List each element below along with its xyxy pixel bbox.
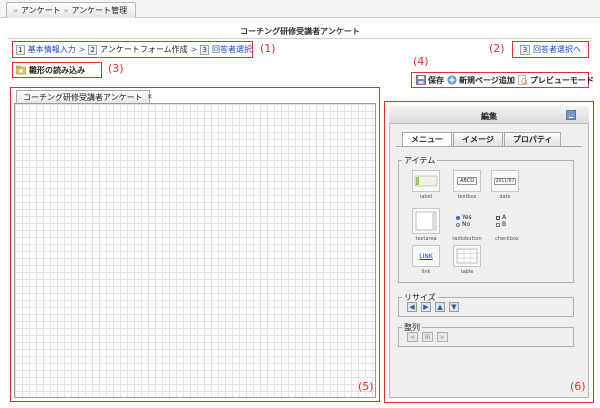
label-icon <box>412 170 440 192</box>
step-navigation: 1 基本情報入力 > 2 アンケートフォーム作成 > 3 回答者選択 <box>12 41 253 58</box>
item-link[interactable]: LINK link <box>411 245 441 275</box>
step-number-1: 1 <box>16 44 25 55</box>
load-template-button[interactable]: 雛形の読み込み <box>12 62 102 78</box>
align-left-icon[interactable]: ⫷ <box>407 332 418 342</box>
step-number-2: 2 <box>88 44 98 55</box>
close-icon[interactable]: ✕ <box>147 93 153 101</box>
annotation-2: (2) <box>489 42 505 55</box>
load-template-label: 雛形の読み込み <box>29 65 85 75</box>
checkbox-icon: A B <box>493 208 521 234</box>
shrink-height-icon[interactable]: ▼ <box>449 302 459 312</box>
align-right-icon[interactable]: ⫸ <box>437 332 448 342</box>
save-button[interactable]: 保存 <box>416 75 444 86</box>
annotation-1: (1) <box>260 42 276 55</box>
item-table-name: table <box>460 269 474 275</box>
new-page-label: 新規ページ追加 <box>459 75 515 85</box>
item-textarea-name: textarea <box>415 236 437 242</box>
step-form-create: アンケートフォーム作成 <box>100 45 188 54</box>
item-checkbox[interactable]: A B checkbox <box>492 208 522 242</box>
next-step-button[interactable]: 3 回答者選択へ <box>512 41 589 58</box>
item-label[interactable]: label <box>411 170 441 200</box>
annotation-5: (5) <box>358 380 374 393</box>
form-canvas[interactable] <box>14 103 376 398</box>
canvas-tab-label: コーチング研修受講者アンケート <box>23 92 143 102</box>
add-page-icon <box>447 75 457 85</box>
item-date-name: date <box>499 194 511 200</box>
page-title: コーチング研修受講者アンケート <box>240 27 360 36</box>
new-page-button[interactable]: 新規ページ追加 <box>447 75 515 86</box>
chevron-right-icon: » <box>63 6 69 15</box>
resize-buttons: ◀ ▶ ▲ ▼ <box>407 302 459 312</box>
radio-icon: Yes No <box>453 208 481 234</box>
step-number-3: 3 <box>200 44 210 55</box>
table-icon <box>453 245 481 267</box>
calendar-icon: 2011/07 <box>491 170 519 192</box>
editor-toolbar: 保存 新規ページ追加 プレビューモード <box>411 72 594 88</box>
annotation-6: (6) <box>570 380 586 393</box>
textbox-icon: ABCD <box>453 170 481 192</box>
tab-image[interactable]: イメージ <box>453 132 503 146</box>
textarea-icon <box>412 208 440 234</box>
align-center-icon[interactable]: ⊞ <box>422 332 433 342</box>
item-link-name: link <box>421 269 431 275</box>
items-group-label: アイテム <box>402 155 438 166</box>
shrink-width-icon[interactable]: ◀ <box>407 302 417 312</box>
tab-divider <box>396 146 582 147</box>
item-textarea[interactable]: textarea <box>411 208 441 242</box>
save-label: 保存 <box>428 75 444 85</box>
step-separator: > <box>190 45 198 54</box>
item-radiobutton-name: radiobutton <box>452 236 482 242</box>
tab-property[interactable]: プロパティ <box>503 132 562 146</box>
step-respondent-select-link[interactable]: 回答者選択 <box>212 44 252 55</box>
item-table[interactable]: table <box>452 245 482 275</box>
breadcrumb-item-survey[interactable]: アンケート <box>21 5 61 16</box>
annotation-3: (3) <box>108 62 124 75</box>
tab-menu[interactable]: メニュー <box>402 132 452 146</box>
step-basic-info-link[interactable]: 基本情報入力 <box>28 44 76 55</box>
link-icon: LINK <box>412 245 440 267</box>
item-textbox[interactable]: ABCD textbox <box>452 170 482 200</box>
step-number-3: 3 <box>520 44 530 55</box>
minimize-icon[interactable] <box>566 110 576 120</box>
editor-title: 編集 <box>481 112 497 121</box>
step-separator: > <box>78 45 86 54</box>
item-checkbox-name: checkbox <box>495 236 519 242</box>
chevron-right-icon: » <box>13 6 18 15</box>
align-buttons: ⫷ ⊞ ⫸ <box>407 332 448 342</box>
expand-width-icon[interactable]: ▶ <box>421 302 431 312</box>
folder-icon <box>16 65 26 75</box>
title-divider <box>8 38 592 39</box>
next-step-label[interactable]: 回答者選択へ <box>533 44 581 55</box>
breadcrumb-item-survey-management[interactable]: アンケート管理 <box>72 5 128 16</box>
item-label-name: label <box>419 194 433 200</box>
expand-height-icon[interactable]: ▲ <box>435 302 445 312</box>
editor-tabs: メニュー イメージ プロパティ <box>402 132 562 146</box>
save-icon <box>416 75 426 85</box>
preview-mode-label: プレビューモード <box>529 75 594 85</box>
item-date[interactable]: 2011/07 date <box>490 170 520 200</box>
annotation-4: (4) <box>413 55 429 68</box>
item-textbox-name: textbox <box>457 194 477 200</box>
preview-icon <box>518 75 528 85</box>
item-radiobutton[interactable]: Yes No radiobutton <box>452 208 482 242</box>
breadcrumb: » アンケート » アンケート管理 <box>6 2 136 18</box>
preview-mode-button[interactable]: プレビューモード <box>518 75 594 86</box>
canvas-tab[interactable]: コーチング研修受講者アンケート ✕ <box>16 90 153 103</box>
